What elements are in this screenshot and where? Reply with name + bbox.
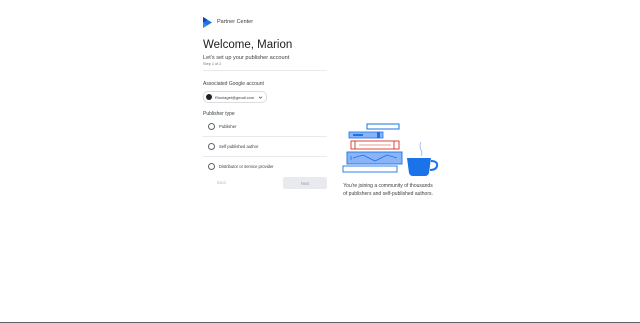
page: Partner Center Welcome, Marion Let's set… [0,0,640,323]
next-button[interactable]: Next [283,177,327,189]
radio-label: Publisher [219,124,237,129]
partner-center-logo-icon [203,16,212,28]
illustration-caption: You're joining a community of thousands … [343,183,433,197]
account-email: Rioniaget@gmail.com [215,94,255,100]
chevron-down-icon [258,96,263,99]
welcome-illustration-panel: You're joining a community of thousands … [335,120,445,198]
associated-account-label: Associated Google account [203,81,264,87]
form-actions: Back Next [203,176,327,190]
setup-form: Partner Center Welcome, Marion Let's set… [203,15,327,190]
avatar-icon [206,94,212,100]
radio-option-self-published-author[interactable]: Self published author [203,137,327,157]
account-selector[interactable]: Rioniaget@gmail.com [203,91,268,103]
page-title: Welcome, Marion [203,39,293,51]
divider [203,70,327,71]
brand-header: Partner Center [203,15,327,29]
radio-option-publisher[interactable]: Publisher [203,117,327,137]
radio-option-distributor[interactable]: Distributor or service provider [203,157,327,176]
page-subtitle: Let's set up your publisher account [203,55,290,61]
radio-label: Distributor or service provider [219,164,274,169]
radio-button[interactable] [208,163,215,170]
brand-name: Partner Center [217,19,254,25]
back-button[interactable]: Back [203,177,240,189]
step-indicator: Step 1 of 2 [203,62,222,66]
radio-button[interactable] [208,143,215,150]
radio-label: Self published author [219,144,259,149]
books-and-mug-icon [342,123,439,176]
radio-button[interactable] [208,123,215,130]
